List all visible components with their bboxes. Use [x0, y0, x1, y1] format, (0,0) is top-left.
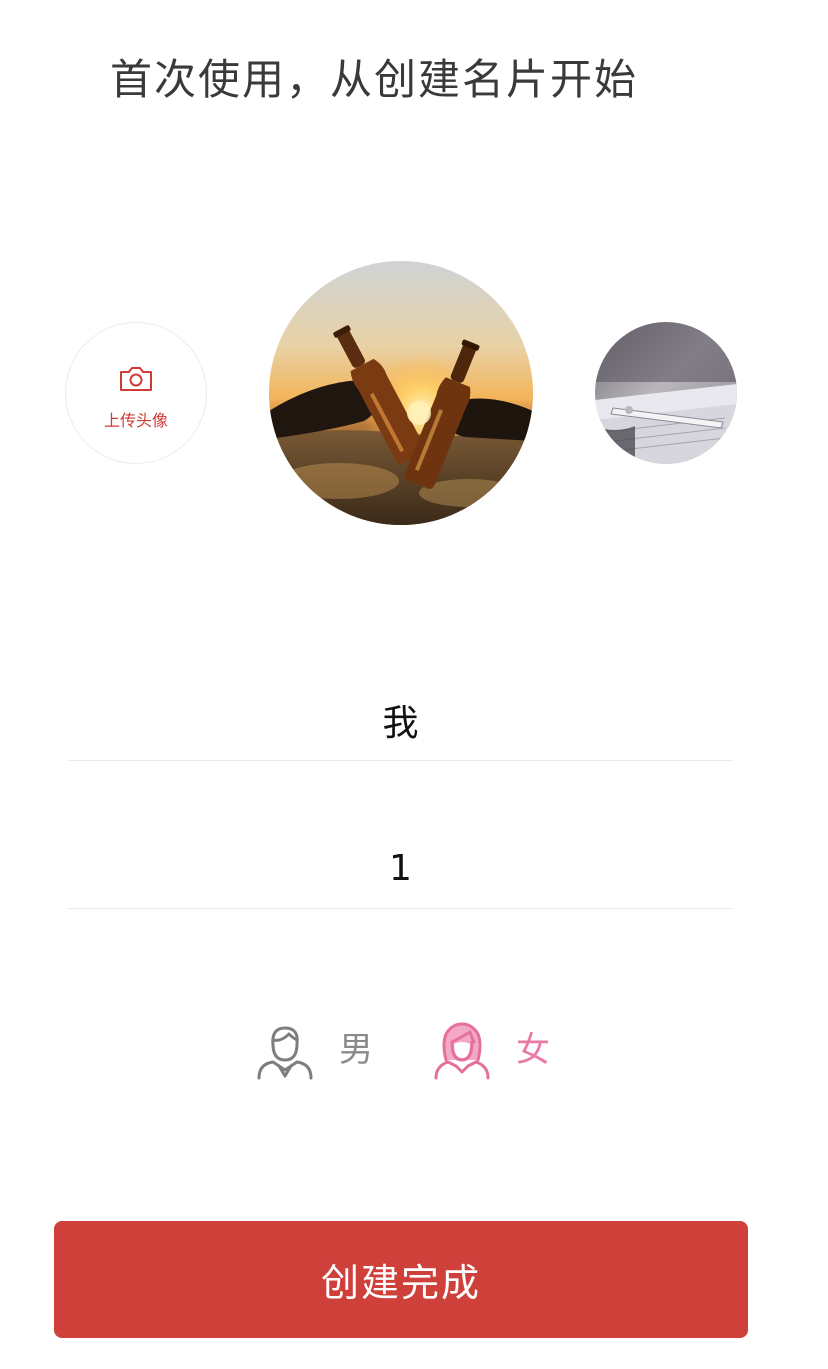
name-input[interactable] — [68, 680, 733, 760]
create-complete-button[interactable]: 创建完成 — [54, 1221, 748, 1338]
male-user-icon — [257, 1026, 313, 1080]
upload-avatar-label: 上传头像 — [103, 411, 168, 430]
avatar-option-photo[interactable] — [595, 322, 737, 464]
gender-female-option[interactable]: 女 — [432, 1020, 562, 1084]
upload-avatar-button[interactable]: 上传头像 — [65, 322, 207, 464]
gender-male-option[interactable]: 男 — [255, 1020, 385, 1084]
selected-avatar-photo[interactable] — [269, 261, 533, 525]
name-field-container — [68, 680, 733, 761]
number-input[interactable] — [68, 828, 733, 908]
female-user-icon — [434, 1022, 490, 1080]
number-field-container — [68, 828, 733, 909]
page-title: 首次使用，从创建名片开始 — [110, 55, 639, 104]
camera-icon — [120, 367, 152, 391]
gender-male-label: 男 — [339, 1030, 373, 1070]
gender-female-label: 女 — [516, 1030, 550, 1070]
